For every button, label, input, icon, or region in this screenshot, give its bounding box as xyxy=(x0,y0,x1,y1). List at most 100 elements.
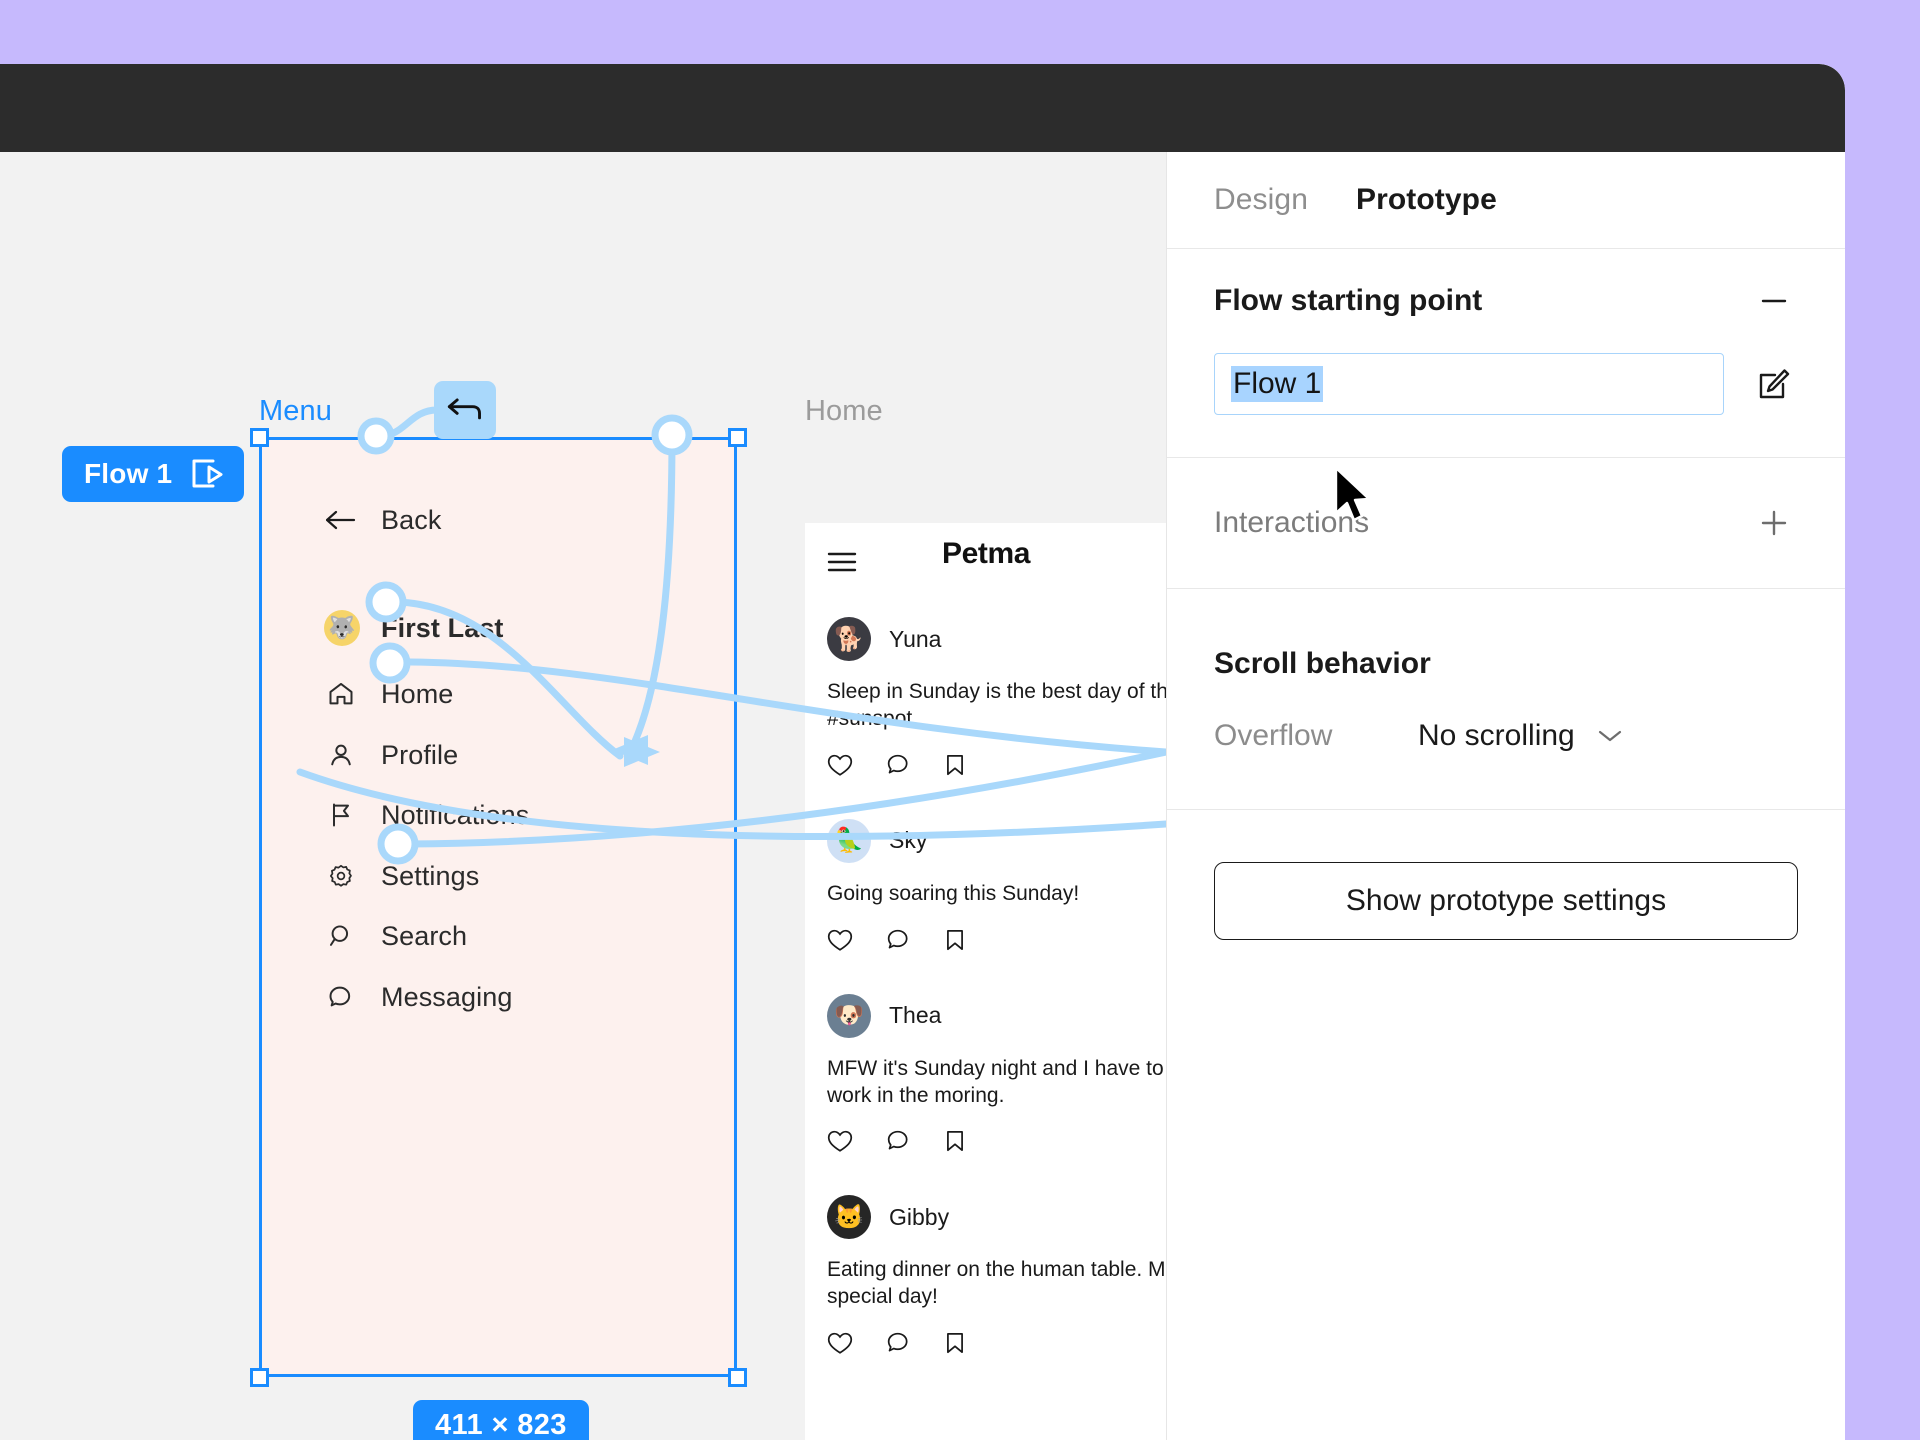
tab-design[interactable]: Design xyxy=(1214,183,1308,217)
overflow-label: Overflow xyxy=(1214,719,1333,752)
chat-bubble-icon xyxy=(324,980,358,1014)
selection-handle-br[interactable] xyxy=(728,1368,747,1387)
menu-row-user[interactable]: 🐺 First Last xyxy=(324,608,504,648)
post-item[interactable]: 🐕 Yuna Sleep in Sunday is the best day o… xyxy=(805,617,1166,777)
panel-tabs: Design Prototype xyxy=(1167,152,1845,249)
menu-row-back-label: Back xyxy=(381,504,442,535)
menu-row-search-label: Search xyxy=(381,920,468,951)
shiba-avatar: 🐕 xyxy=(827,617,871,661)
flow-name-input[interactable]: Flow 1 xyxy=(1214,353,1724,415)
person-icon xyxy=(324,738,358,772)
app-window: Menu Back 🐺 First Last Home Profile Noti… xyxy=(0,64,1845,1440)
menu-row-notifications[interactable]: Notifications xyxy=(324,795,529,835)
screen-root: Menu Back 🐺 First Last Home Profile Noti… xyxy=(0,0,1920,1440)
post-author: Yuna xyxy=(889,625,942,652)
flow-name-row: Flow 1 xyxy=(1214,353,1798,457)
heart-icon[interactable] xyxy=(827,753,853,777)
selection-handle-bl[interactable] xyxy=(250,1368,269,1387)
post-actions xyxy=(827,928,1145,952)
frame-label-home[interactable]: Home xyxy=(805,395,883,428)
overflow-row: Overflow No scrolling xyxy=(1214,681,1798,809)
section-title-flow-starting-point: Flow starting point xyxy=(1214,284,1483,317)
navigate-back-icon xyxy=(447,398,481,420)
bookmark-icon[interactable] xyxy=(943,753,967,777)
post-text: Eating dinner on the human table. Must s… xyxy=(827,1258,1166,1309)
heart-icon[interactable] xyxy=(827,928,853,952)
menu-row-messaging-label: Messaging xyxy=(381,981,513,1012)
bird-avatar: 🦜 xyxy=(827,818,871,863)
menu-row-home-label: Home xyxy=(381,678,454,709)
section-interactions: Interactions xyxy=(1167,458,1845,589)
post-item[interactable]: 🦜 Sky Going soaring this Sunday! xyxy=(805,818,1166,952)
present-play-icon[interactable] xyxy=(190,458,224,490)
interaction-chip-back[interactable] xyxy=(434,381,496,439)
menu-row-notifications-label: Notifications xyxy=(381,799,530,830)
edit-square-icon[interactable] xyxy=(1750,360,1798,408)
post-actions xyxy=(827,1331,1145,1355)
selection-handle-tr[interactable] xyxy=(728,428,747,447)
frame-dimension-badge: 411 × 823 xyxy=(413,1400,589,1440)
post-author: Sky xyxy=(889,827,928,854)
section-title-scroll-behavior: Scroll behavior xyxy=(1214,647,1431,680)
menu-row-settings[interactable]: Settings xyxy=(324,856,479,896)
menu-row-messaging[interactable]: Messaging xyxy=(324,977,512,1017)
design-canvas[interactable]: Menu Back 🐺 First Last Home Profile Noti… xyxy=(0,152,1166,1440)
heart-icon[interactable] xyxy=(827,1331,853,1355)
selection-handle-tl[interactable] xyxy=(250,428,269,447)
menu-row-back[interactable]: Back xyxy=(324,500,441,540)
flow-starting-point-badge[interactable]: Flow 1 xyxy=(62,446,245,502)
menu-row-profile[interactable]: Profile xyxy=(324,735,458,775)
post-item[interactable]: 🐱 Gibby Eating dinner on the human table… xyxy=(805,1195,1166,1355)
flow-badge-label: Flow 1 xyxy=(84,458,173,489)
menu-row-settings-label: Settings xyxy=(381,860,480,891)
properties-panel: Design Prototype Flow starting point Flo… xyxy=(1166,152,1845,1440)
post-header: 🐱 Gibby xyxy=(827,1195,1145,1240)
collie-avatar: 🐶 xyxy=(827,993,871,1038)
section-title-interactions: Interactions xyxy=(1214,506,1370,539)
plus-icon[interactable] xyxy=(1750,499,1798,547)
home-icon xyxy=(324,677,358,711)
post-item[interactable]: 🐶 Thea MFW it's Sunday night and I have … xyxy=(805,993,1166,1154)
frame-menu[interactable]: Back 🐺 First Last Home Profile Notificat… xyxy=(259,437,737,1377)
menu-row-home[interactable]: Home xyxy=(324,674,453,714)
comment-icon[interactable] xyxy=(885,1331,911,1355)
gear-icon xyxy=(324,859,358,893)
chevron-down-icon[interactable] xyxy=(1597,728,1623,744)
arrow-left-icon xyxy=(324,503,358,537)
post-header: 🐕 Yuna xyxy=(827,617,1145,661)
prototype-settings-wrap: Show prototype settings xyxy=(1167,810,1845,940)
menu-user-name: First Last xyxy=(381,612,504,643)
post-author: Gibby xyxy=(889,1203,950,1230)
comment-icon[interactable] xyxy=(885,928,911,952)
bookmark-icon[interactable] xyxy=(943,928,967,952)
comment-icon[interactable] xyxy=(885,1129,911,1153)
petma-app-title: Petma xyxy=(941,537,1031,570)
petma-header: Petma xyxy=(805,523,1166,593)
section-scroll-behavior: Scroll behavior Overflow No scrolling xyxy=(1167,589,1845,810)
frame-label-menu[interactable]: Menu xyxy=(259,395,332,428)
flow-name-value: Flow 1 xyxy=(1231,366,1324,402)
post-actions xyxy=(827,753,1145,777)
bookmark-icon[interactable] xyxy=(943,1129,967,1153)
minus-icon[interactable] xyxy=(1750,277,1798,325)
flag-icon xyxy=(324,798,358,832)
post-text: MFW it's Sunday night and I have to go b… xyxy=(827,1056,1166,1107)
frame-home[interactable]: Petma 🐕 Yuna Sleep in Sunday is the best… xyxy=(805,523,1166,1440)
post-header: 🐶 Thea xyxy=(827,993,1145,1038)
tab-prototype[interactable]: Prototype xyxy=(1356,183,1497,217)
overflow-value[interactable]: No scrolling xyxy=(1418,719,1575,753)
section-header: Interactions xyxy=(1214,458,1798,588)
bookmark-icon[interactable] xyxy=(943,1331,967,1355)
menu-row-profile-label: Profile xyxy=(381,739,459,770)
show-prototype-settings-button[interactable]: Show prototype settings xyxy=(1214,862,1798,940)
post-text: Going soaring this Sunday! xyxy=(827,881,1080,905)
search-icon xyxy=(324,919,358,953)
figma-titlebar xyxy=(0,64,1845,152)
cat-avatar: 🐱 xyxy=(827,1195,871,1240)
comment-icon[interactable] xyxy=(885,753,911,777)
menu-row-search[interactable]: Search xyxy=(324,916,467,956)
dog-avatar: 🐺 xyxy=(324,610,360,646)
heart-icon[interactable] xyxy=(827,1129,853,1153)
post-actions xyxy=(827,1129,1145,1153)
section-flow-starting-point: Flow starting point Flow 1 xyxy=(1167,249,1845,458)
